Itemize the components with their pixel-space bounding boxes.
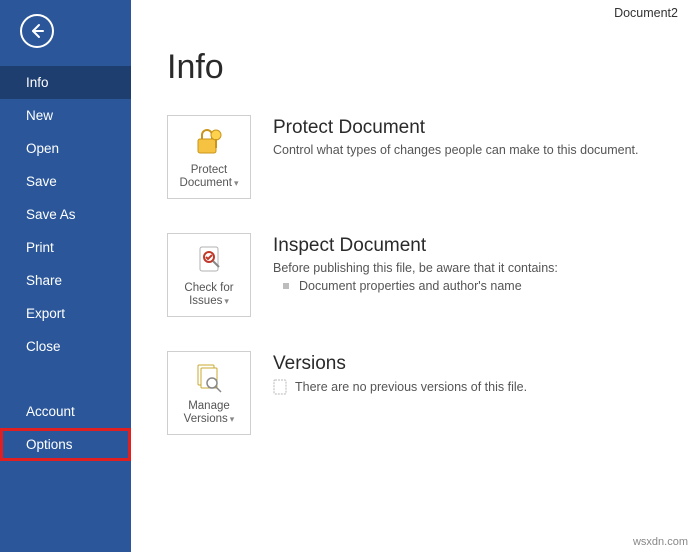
bullet-icon — [283, 283, 289, 289]
protect-desc: Control what types of changes people can… — [273, 143, 639, 157]
sidebar-item-close[interactable]: Close — [0, 330, 131, 363]
tile-label: Manage — [188, 400, 230, 412]
protect-heading: Protect Document — [273, 117, 639, 139]
sidebar-item-print[interactable]: Print — [0, 231, 131, 264]
chevron-down-icon: ▾ — [230, 414, 235, 424]
section-protect: Protect Document▾ Protect Document Contr… — [167, 115, 666, 199]
page-title: Info — [167, 48, 666, 87]
sidebar-item-save[interactable]: Save — [0, 165, 131, 198]
section-versions: Manage Versions▾ Versions There are no p… — [167, 351, 666, 435]
chevron-down-icon: ▾ — [224, 296, 229, 306]
inspect-bullet: Document properties and author's name — [283, 279, 558, 293]
main-panel: Document2 Info Protect Document▾ — [131, 0, 696, 552]
sidebar-item-info[interactable]: Info — [0, 66, 131, 99]
tile-label: Protect — [191, 164, 227, 176]
section-inspect: Check for Issues▾ Inspect Document Befor… — [167, 233, 666, 317]
sidebar-item-save-as[interactable]: Save As — [0, 198, 131, 231]
versions-icon — [192, 361, 226, 395]
back-arrow-icon — [29, 23, 45, 39]
sidebar-item-new[interactable]: New — [0, 99, 131, 132]
document-small-icon — [273, 379, 287, 395]
back-button[interactable] — [20, 14, 54, 48]
tile-label: Issues — [189, 295, 222, 307]
inspect-heading: Inspect Document — [273, 235, 558, 257]
sidebar-item-share[interactable]: Share — [0, 264, 131, 297]
lock-key-icon — [192, 125, 226, 159]
versions-heading: Versions — [273, 353, 527, 375]
tile-label: Versions — [184, 413, 228, 425]
tile-label: Check for — [184, 282, 233, 294]
sidebar-item-open[interactable]: Open — [0, 132, 131, 165]
sidebar-item-options[interactable]: Options — [0, 428, 131, 461]
versions-desc: There are no previous versions of this f… — [295, 380, 527, 394]
document-title: Document2 — [614, 6, 678, 20]
tile-label: Document — [180, 177, 232, 189]
inspect-document-icon — [192, 243, 226, 277]
sidebar-item-export[interactable]: Export — [0, 297, 131, 330]
inspect-desc: Before publishing this file, be aware th… — [273, 261, 558, 275]
bullet-text: Document properties and author's name — [299, 279, 522, 293]
protect-document-button[interactable]: Protect Document▾ — [167, 115, 251, 199]
manage-versions-button[interactable]: Manage Versions▾ — [167, 351, 251, 435]
chevron-down-icon: ▾ — [234, 178, 239, 188]
check-for-issues-button[interactable]: Check for Issues▾ — [167, 233, 251, 317]
watermark: wsxdn.com — [633, 536, 688, 548]
backstage-sidebar: Info New Open Save Save As Print Share E… — [0, 0, 131, 552]
sidebar-item-account[interactable]: Account — [0, 395, 131, 428]
